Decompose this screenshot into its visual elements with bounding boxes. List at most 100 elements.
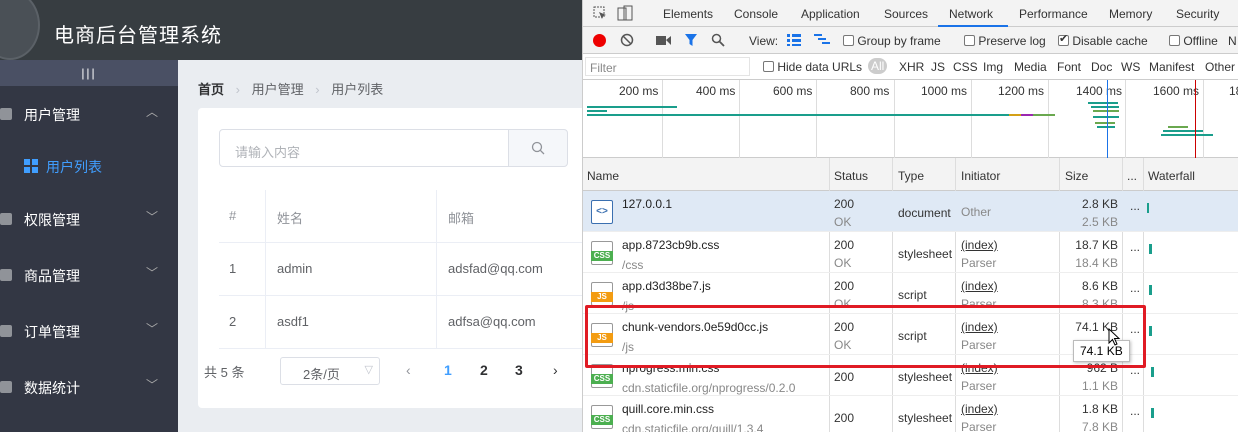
request-size: 2.8 KB [1081, 197, 1118, 211]
offline-checkbox[interactable]: Offline [1169, 34, 1218, 48]
filter-type-media[interactable]: Media [1014, 60, 1047, 74]
tab-application[interactable]: Application [801, 7, 860, 21]
tab-elements[interactable]: Elements [663, 7, 713, 21]
device-toggle-icon[interactable] [617, 5, 633, 21]
filter-type-font[interactable]: Font [1057, 60, 1081, 74]
inspect-icon[interactable] [593, 6, 607, 20]
search-input[interactable]: 请输入内容 [219, 129, 509, 167]
breadcrumb-separator: › [235, 82, 240, 97]
breadcrumb-separator: › [315, 82, 320, 97]
filter-type-manifest[interactable]: Manifest [1149, 60, 1194, 74]
column-status[interactable]: Status [834, 169, 868, 183]
filter-type-js[interactable]: JS [931, 60, 945, 74]
tab-security[interactable]: Security [1176, 7, 1219, 21]
filter-type-doc[interactable]: Doc [1091, 60, 1112, 74]
request-initiator[interactable]: (index) [961, 238, 998, 252]
filter-input[interactable]: Filter [585, 57, 750, 76]
column-waterfall[interactable]: Waterfall [1148, 169, 1195, 183]
request-initiator-sub: Parser [961, 420, 997, 432]
filter-type-all[interactable]: All [868, 58, 888, 74]
sidebar-menu-goods[interactable]: 商品管理 ﹀ [0, 247, 178, 303]
table-header-row: # 姓名 邮箱 [219, 190, 599, 243]
search-button[interactable] [508, 129, 568, 167]
request-type: document [898, 206, 951, 220]
filter-type-img[interactable]: Img [983, 60, 1003, 74]
request-row[interactable]: <> 127.0.0.1 200 OK document Other 2.8 K… [583, 191, 1238, 232]
request-type: stylesheet [898, 411, 953, 425]
table-row: 1 admin adsfad@qq.com [219, 243, 599, 296]
tab-console[interactable]: Console [734, 7, 778, 21]
sidebar-menu-orders[interactable]: 订单管理 ﹀ [0, 303, 178, 359]
cell-email: adfsa@qq.com [448, 314, 536, 329]
css-file-icon: CSS [591, 241, 613, 265]
js-file-icon: JS [591, 282, 613, 306]
pager-prev-button[interactable]: ‹ [406, 362, 411, 378]
throttling-select[interactable]: N [1228, 34, 1237, 48]
tab-network[interactable]: Network [949, 7, 993, 21]
sidebar-menu-users[interactable]: 用户管理 ︿ [0, 86, 178, 142]
html-file-icon: <> [591, 200, 613, 224]
cell-index: 2 [229, 314, 237, 329]
capture-screenshots-icon[interactable] [656, 35, 672, 46]
search-icon [531, 141, 545, 155]
waterfall-overview-icon[interactable] [814, 34, 830, 46]
record-icon[interactable] [593, 34, 606, 47]
column-initiator[interactable]: Initiator [961, 169, 1000, 183]
tab-performance[interactable]: Performance [1019, 7, 1088, 21]
column-time[interactable]: ... [1127, 169, 1137, 183]
request-name: app.8723cb9b.css [622, 238, 720, 252]
disable-cache-checkbox[interactable]: Disable cache [1058, 32, 1148, 48]
breadcrumb-home[interactable]: 首页 [198, 82, 224, 97]
tab-sources[interactable]: Sources [884, 7, 928, 21]
pager-page-2[interactable]: 2 [480, 362, 488, 378]
page-size-value: 2条/页 [303, 367, 340, 382]
request-size: 8.6 KB [1081, 279, 1118, 293]
filter-type-ws[interactable]: WS [1121, 60, 1140, 74]
request-row[interactable]: CSS app.8723cb9b.css /css 200 OK stylesh… [583, 232, 1238, 273]
page-size-select[interactable]: 2条/页 ▽ [280, 357, 380, 385]
sidebar-menu-reports[interactable]: 数据统计 ﹀ [0, 359, 178, 415]
column-type[interactable]: Type [898, 169, 924, 183]
preserve-log-checkbox[interactable]: Preserve log [964, 34, 1046, 48]
sidebar-subitem-user-list[interactable]: 用户列表 [0, 138, 178, 194]
header-email: 邮箱 [448, 211, 475, 226]
sidebar-menu-permissions[interactable]: 权限管理 ﹀ [0, 191, 178, 247]
column-name[interactable]: Name [587, 169, 619, 183]
search-icon[interactable] [711, 33, 725, 47]
group-by-frame-checkbox[interactable]: Group by frame [843, 34, 941, 48]
cell-name: admin [277, 261, 313, 276]
clear-icon[interactable] [620, 33, 634, 47]
css-file-icon: CSS [591, 405, 613, 429]
network-overview-timeline[interactable]: 200 ms 400 ms 600 ms 800 ms 1000 ms 1200… [583, 80, 1238, 158]
column-size[interactable]: Size [1065, 169, 1088, 183]
grid-icon [24, 159, 38, 173]
request-more: ... [1130, 281, 1141, 295]
pager-page-3[interactable]: 3 [515, 362, 523, 378]
app-title: 电商后台管理系统 [54, 25, 222, 47]
waterfall-bar [1149, 244, 1152, 254]
hide-data-urls-checkbox[interactable]: Hide data URLs [763, 60, 862, 74]
request-initiator[interactable]: (index) [961, 279, 998, 293]
request-status: 200 [834, 279, 855, 293]
pager-page-1[interactable]: 1 [444, 362, 452, 378]
filter-type-other[interactable]: Other [1205, 60, 1235, 74]
main-content: 首页 › 用户管理 › 用户列表 请输入内容 # 姓名 邮箱 1 admin a… [178, 60, 599, 432]
chart-icon [0, 381, 12, 393]
devtools-tabbar: Elements Console Application Sources Net… [583, 0, 1238, 27]
filter-icon[interactable] [684, 33, 698, 47]
request-more: ... [1130, 404, 1141, 418]
request-name: quill.core.min.css [622, 402, 715, 416]
sidebar-toggle-button[interactable]: ||| [0, 60, 178, 86]
tab-memory[interactable]: Memory [1109, 7, 1152, 21]
table-row: 2 asdf1 adfsa@qq.com [219, 296, 599, 349]
filter-type-css[interactable]: CSS [953, 60, 978, 74]
request-initiator-sub: Parser [961, 256, 997, 270]
request-initiator[interactable]: (index) [961, 402, 998, 416]
chevron-down-icon: ﹀ [146, 266, 159, 280]
filter-type-xhr[interactable]: XHR [899, 60, 924, 74]
pager-next-button[interactable]: › [553, 362, 558, 378]
request-path: cdn.staticfile.org/quill/1.3.4 [622, 422, 764, 432]
request-row[interactable]: CSS quill.core.min.css cdn.staticfile.or… [583, 396, 1238, 432]
waterfall-bar [1151, 367, 1154, 377]
large-rows-icon[interactable] [787, 34, 801, 46]
